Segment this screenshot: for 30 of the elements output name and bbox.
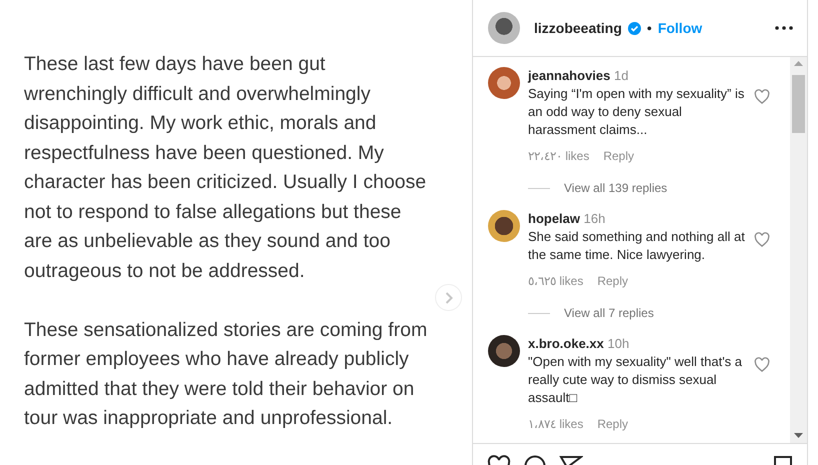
post-paragraph: These last few days have been gut wrenchingly difficult and overwhelmingly disappointing. My work ethic, morals and respectfulness have been questioned. My character has been criticized. Usually I choose not to respond to false allegations but these are as unbelievable as they sound and too outrageous to not be addressed. (24, 52, 428, 284)
likes-count[interactable]: ١،٨٧٤ likes (528, 415, 584, 433)
likes-count[interactable]: ٢٢،٤٢٠ likes (528, 147, 590, 165)
scrollbar[interactable] (790, 57, 807, 443)
avatar (488, 12, 520, 44)
view-replies-link[interactable]: View all 7 replies (564, 304, 654, 322)
separator-dot: • (646, 18, 652, 38)
view-replies-link[interactable]: View all 139 replies (564, 179, 668, 197)
reply-link[interactable]: Reply (603, 147, 634, 165)
reply-link[interactable]: Reply (597, 272, 628, 290)
scrollbar-thumb[interactable] (792, 75, 805, 133)
comment-text: jeannahovies 1d Saying “I'm open with my sexuality” is an odd way to deny sexual harassment claims... (528, 67, 746, 139)
more-options-icon[interactable] (775, 26, 793, 30)
commenter-avatar (488, 335, 520, 367)
commenter-avatar (488, 67, 520, 99)
chevron-right-icon (444, 292, 452, 304)
next-button[interactable] (435, 284, 462, 311)
like-button[interactable] (754, 232, 770, 248)
likes-count[interactable]: ٥،٦٢٥ likes (528, 272, 584, 290)
reply-link[interactable]: Reply (597, 415, 628, 433)
like-button[interactable] (754, 89, 770, 105)
comment-text: x.bro.oke.xx 10h "Open with my sexuality" well that's a really cute way to dismiss sexual assault□ (528, 335, 744, 407)
post-paragraph: These sensationalized stories are coming from former employees who have already publicly admitted that they were told their behavior on tour was inappropriate and unprofessional. (24, 318, 428, 431)
follow-link[interactable]: Follow (658, 18, 702, 38)
username[interactable]: lizzobeeating (534, 18, 622, 38)
scroll-down-icon[interactable] (794, 433, 803, 439)
like-button[interactable] (754, 357, 770, 373)
commenter-avatar (488, 210, 520, 242)
scroll-up-icon[interactable] (794, 61, 803, 67)
comment-text: hopelaw 16h She said something and nothing all at the same time. Nice lawyering. (528, 210, 746, 264)
